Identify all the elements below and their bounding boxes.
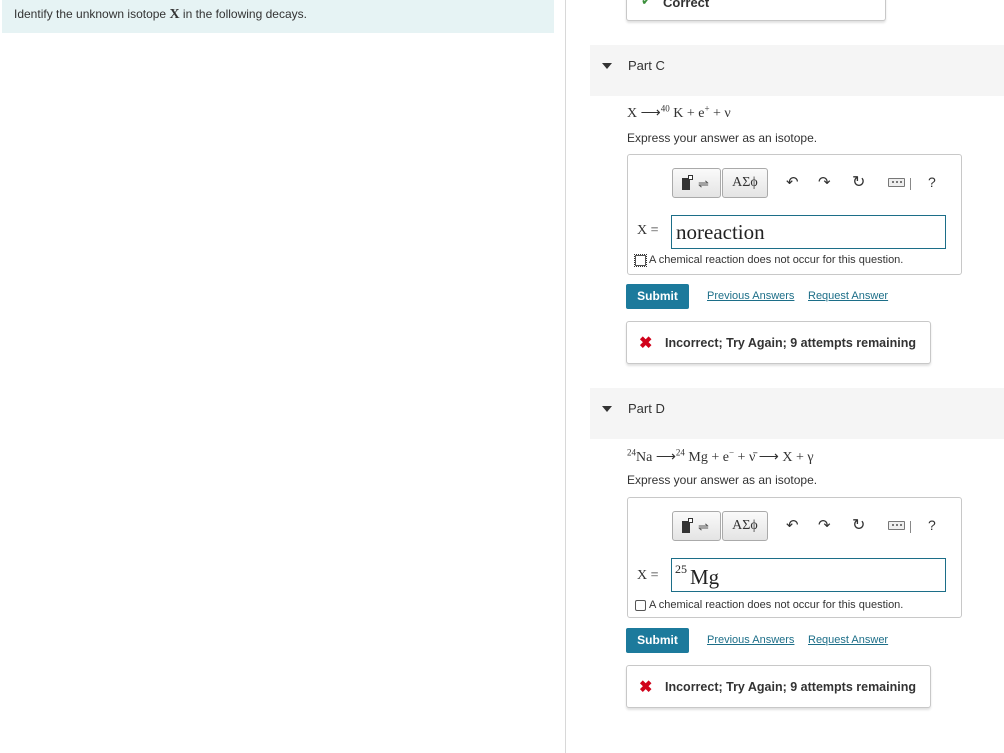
collapse-caret-icon[interactable] [602, 406, 612, 412]
eq-d-mass2: 24 [675, 447, 685, 458]
answer-value: noreaction [676, 220, 765, 244]
toolbar-separator [910, 521, 911, 533]
eq-c-lhs: X [627, 106, 638, 121]
no-reaction-label: A chemical reaction does not occur for t… [649, 254, 904, 266]
part-d-title: Part D [628, 401, 665, 416]
part-c-submit-button[interactable]: Submit [626, 284, 689, 309]
problem-intro-text: Identify the unknown isotope X in the fo… [14, 7, 307, 23]
answer-label: X = [637, 223, 659, 238]
eq-d-mass1: 24 [627, 447, 636, 458]
eq-c-rest: K + e [673, 106, 705, 121]
part-d-answer-panel: ⇌ ΑΣϕ ↶ ↷ ↻ ? X = 25 Mg A chemical react… [627, 497, 962, 618]
redo-icon[interactable]: ↷ [818, 173, 831, 191]
part-d-feedback-text: Incorrect; Try Again; 9 attempts remaini… [665, 680, 916, 694]
part-c-instruction: Express your answer as an isotope. [627, 131, 818, 145]
keyboard-icon[interactable] [888, 521, 905, 530]
reset-icon[interactable]: ↻ [852, 172, 865, 192]
intro-variable: X [169, 7, 180, 22]
part-d-feedback-box: ✖ Incorrect; Try Again; 9 attempts remai… [626, 665, 931, 708]
no-reaction-checkbox[interactable] [634, 254, 647, 267]
help-button[interactable]: ? [928, 174, 936, 190]
part-d-submit-button[interactable]: Submit [626, 628, 689, 653]
incorrect-icon: ✖ [639, 679, 653, 696]
collapse-caret-icon[interactable] [602, 63, 612, 69]
part-c-previous-answers-link[interactable]: Previous Answers [707, 290, 794, 302]
incorrect-icon: ✖ [639, 335, 653, 352]
part-c-answer-input[interactable]: noreaction [671, 215, 946, 249]
part-c-answer-panel: ⇌ ΑΣϕ ↶ ↷ ↻ ? X = noreaction A chemical … [627, 154, 962, 275]
part-c-feedback-box: ✖ Incorrect; Try Again; 9 attempts remai… [626, 321, 931, 364]
part-d-header[interactable]: Part D [590, 388, 1004, 439]
eq-c-tail: + ν [709, 106, 731, 121]
undo-icon[interactable]: ↶ [786, 516, 799, 534]
templates-button[interactable]: ⇌ [672, 511, 721, 541]
part-c-request-answer-link[interactable]: Request Answer [808, 290, 888, 302]
undo-icon[interactable]: ↶ [786, 173, 799, 191]
part-c-header[interactable]: Part C [590, 45, 1004, 96]
part-c-feedback-text: Incorrect; Try Again; 9 attempts remaini… [665, 336, 916, 350]
help-button[interactable]: ? [928, 517, 936, 533]
part-d-equation: 24Na ⟶24 Mg + e− + ν̄ ⟶ X + γ [627, 447, 814, 466]
intro-text-after: in the following decays. [179, 7, 307, 21]
part-d-answer-input[interactable]: 25 Mg [671, 558, 946, 592]
templates-icon: ⇌ [698, 519, 709, 534]
previous-feedback-label: Correct [663, 0, 710, 10]
toolbar-separator [910, 178, 911, 190]
part-d-instruction: Express your answer as an isotope. [627, 473, 818, 487]
greek-symbols-button[interactable]: ΑΣϕ [722, 511, 768, 541]
redo-icon[interactable]: ↷ [818, 516, 831, 534]
answer-label: X = [637, 568, 659, 583]
part-d-request-answer-link[interactable]: Request Answer [808, 634, 888, 646]
eq-c-mass: 40 [660, 103, 670, 114]
eq-c-arrow: ⟶ [640, 106, 661, 121]
greek-symbols-button[interactable]: ΑΣϕ [722, 168, 768, 198]
part-c-title: Part C [628, 58, 665, 73]
reset-icon[interactable]: ↻ [852, 515, 865, 535]
previous-feedback-box: ✔ Correct [626, 0, 886, 21]
eq-d-sym1: Na [636, 450, 653, 465]
answer-element-symbol: Mg [690, 565, 720, 589]
eq-d-sym2: Mg + e [688, 450, 729, 465]
eq-d-arrow: ⟶ [655, 450, 676, 465]
no-reaction-checkbox[interactable] [635, 600, 646, 611]
intro-text-before: Identify the unknown isotope [14, 7, 170, 21]
eq-d-tail: + ν̄ ⟶ X + γ [734, 450, 814, 465]
templates-icon: ⇌ [698, 176, 709, 191]
part-c-equation: X ⟶40 K + e+ + ν [627, 103, 731, 122]
problem-intro-banner: Identify the unknown isotope X in the fo… [2, 0, 554, 33]
keyboard-icon[interactable] [888, 178, 905, 187]
answer-mass-number: 25 [675, 562, 687, 576]
checkmark-icon: ✔ [641, 0, 652, 8]
no-reaction-label: A chemical reaction does not occur for t… [649, 599, 904, 611]
column-divider [565, 0, 566, 753]
templates-button[interactable]: ⇌ [672, 168, 721, 198]
part-d-previous-answers-link[interactable]: Previous Answers [707, 634, 794, 646]
